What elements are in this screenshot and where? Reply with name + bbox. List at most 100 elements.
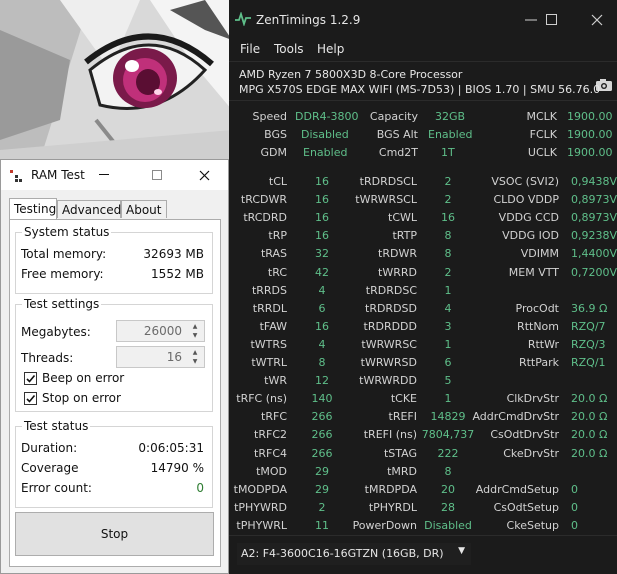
timing-value: 1,4400V: [571, 247, 617, 261]
timing-value: 1: [444, 337, 452, 351]
gdm-value: Enabled: [303, 146, 348, 159]
menu-help[interactable]: Help: [317, 42, 344, 56]
maximize-icon: [546, 14, 557, 25]
threads-value: 16: [166, 350, 182, 364]
zentimings-window: ZenTimings 1.2.9 File Tools Help AMD Ryz…: [229, 0, 617, 574]
timing-label: tWTRL: [251, 356, 287, 369]
timing-value: 7804,737: [421, 428, 475, 442]
stop-on-error-label[interactable]: Stop on error: [42, 391, 121, 405]
timing-value: 266: [311, 446, 333, 460]
test-status-title: Test status: [22, 419, 91, 433]
timing-value: 1: [444, 392, 452, 406]
speed-label: Speed: [252, 110, 287, 123]
timing-value: 3: [444, 319, 452, 333]
timing-label: tPHYWRD: [234, 500, 287, 514]
timing-value: 14829: [430, 410, 466, 424]
timing-value: 8: [444, 229, 452, 243]
timing-value: 6: [318, 301, 326, 315]
megabytes-value: 26000: [143, 324, 182, 338]
total-memory-value: 32693 MB: [143, 247, 204, 261]
timing-label: tRFC2: [254, 428, 287, 442]
timing-value: 140: [311, 392, 333, 406]
timing-label: tREFI (ns): [363, 428, 417, 442]
stop-on-error-checkbox[interactable]: [24, 392, 37, 405]
ramtest-close-button[interactable]: [191, 165, 217, 185]
timing-value: RZQ/1: [571, 356, 606, 369]
timing-value: 4: [444, 301, 452, 315]
timing-value: 16: [315, 319, 329, 333]
timing-value: 28: [441, 500, 455, 514]
total-memory-label: Total memory:: [21, 247, 107, 261]
timing-value: 0,7200V: [571, 265, 617, 279]
timing-value: 0,8973V: [571, 193, 617, 207]
beep-on-error-checkbox[interactable]: [24, 372, 37, 385]
stop-button[interactable]: Stop: [15, 512, 214, 556]
timing-value: 2: [444, 175, 452, 188]
timing-value: 222: [437, 446, 459, 460]
timing-value: 29: [315, 482, 329, 496]
timing-value: 266: [311, 428, 333, 442]
minimize-icon: [99, 174, 109, 175]
timing-label: RttPark: [518, 356, 559, 369]
dimm-selector[interactable]: A2: F4-3600C16-16GTZN (16GB, DR) ▼: [237, 543, 471, 565]
free-memory-label: Free memory:: [21, 267, 104, 281]
timing-label: tRC: [267, 265, 287, 279]
timing-label: tSTAG: [383, 446, 417, 460]
timing-value: 11: [315, 518, 329, 532]
timing-value: 6: [444, 356, 452, 369]
info-separator: [229, 100, 617, 101]
beep-on-error-label[interactable]: Beep on error: [42, 371, 124, 385]
tab-testing[interactable]: Testing: [9, 198, 57, 219]
timing-label: tWRWRSD: [360, 356, 417, 369]
menu-file[interactable]: File: [240, 42, 260, 56]
ramtest-minimize-button[interactable]: [91, 165, 117, 185]
timing-value: 20.0 Ω: [571, 428, 608, 442]
timing-label: tPHYWRL: [236, 518, 287, 532]
close-icon: [199, 170, 209, 180]
timing-label: VSOC (SVI2): [491, 175, 559, 188]
maximize-button[interactable]: [532, 8, 572, 32]
timing-label: tMRD: [387, 464, 417, 478]
timing-value: 4: [318, 337, 326, 351]
capacity-label: Capacity: [369, 110, 418, 123]
close-button[interactable]: [577, 8, 617, 32]
error-count-label: Error count:: [21, 481, 92, 495]
stepper-arrows-icon[interactable]: ▲ ▼: [188, 348, 202, 366]
menu-tools[interactable]: Tools: [274, 42, 304, 56]
megabytes-stepper[interactable]: 26000 ▲ ▼: [116, 320, 205, 342]
timing-value: 266: [311, 410, 333, 424]
free-memory-value: 1552 MB: [151, 267, 204, 281]
stepper-arrows-icon[interactable]: ▲ ▼: [188, 322, 202, 340]
timing-value: 8: [444, 247, 452, 261]
test-settings-title: Test settings: [22, 297, 102, 311]
timing-label: tMOD: [256, 464, 287, 478]
zentimings-titlebar[interactable]: ZenTimings 1.2.9: [229, 0, 617, 38]
fclk-label: FCLK: [529, 128, 557, 141]
timing-label: tRRDS: [251, 283, 287, 297]
timing-label: tMRDPDA: [364, 482, 417, 496]
mclk-value: 1900.00: [567, 110, 613, 123]
dropdown-arrow-icon: ▼: [458, 546, 465, 556]
timing-value: 29: [315, 464, 329, 478]
timing-value: 16: [315, 193, 329, 207]
ramtest-maximize-button[interactable]: [144, 165, 170, 185]
tab-about[interactable]: About: [121, 200, 167, 218]
tab-advanced[interactable]: Advanced: [57, 200, 121, 218]
ramtest-titlebar[interactable]: RAM Test: [1, 160, 228, 190]
timing-value: 0: [571, 518, 578, 532]
threads-stepper[interactable]: 16 ▲ ▼: [116, 346, 205, 368]
timing-label: tRAS: [260, 247, 287, 261]
menu-separator: [229, 61, 617, 62]
timing-value: 8: [318, 356, 326, 369]
menu-bar: File Tools Help: [229, 38, 617, 91]
maximize-icon: [152, 170, 162, 180]
timing-label: CsOdtSetup: [493, 500, 559, 514]
timing-label: tCKE: [390, 392, 417, 406]
timing-label: tCL: [268, 175, 287, 188]
duration-label: Duration:: [21, 441, 78, 455]
timing-label: CsOdtDrvStr: [490, 428, 559, 442]
checkmark-icon: [26, 394, 36, 403]
timing-value: 16: [315, 175, 329, 188]
timing-label: CLDO VDDP: [493, 193, 559, 207]
bgsalt-label: BGS Alt: [376, 128, 418, 141]
